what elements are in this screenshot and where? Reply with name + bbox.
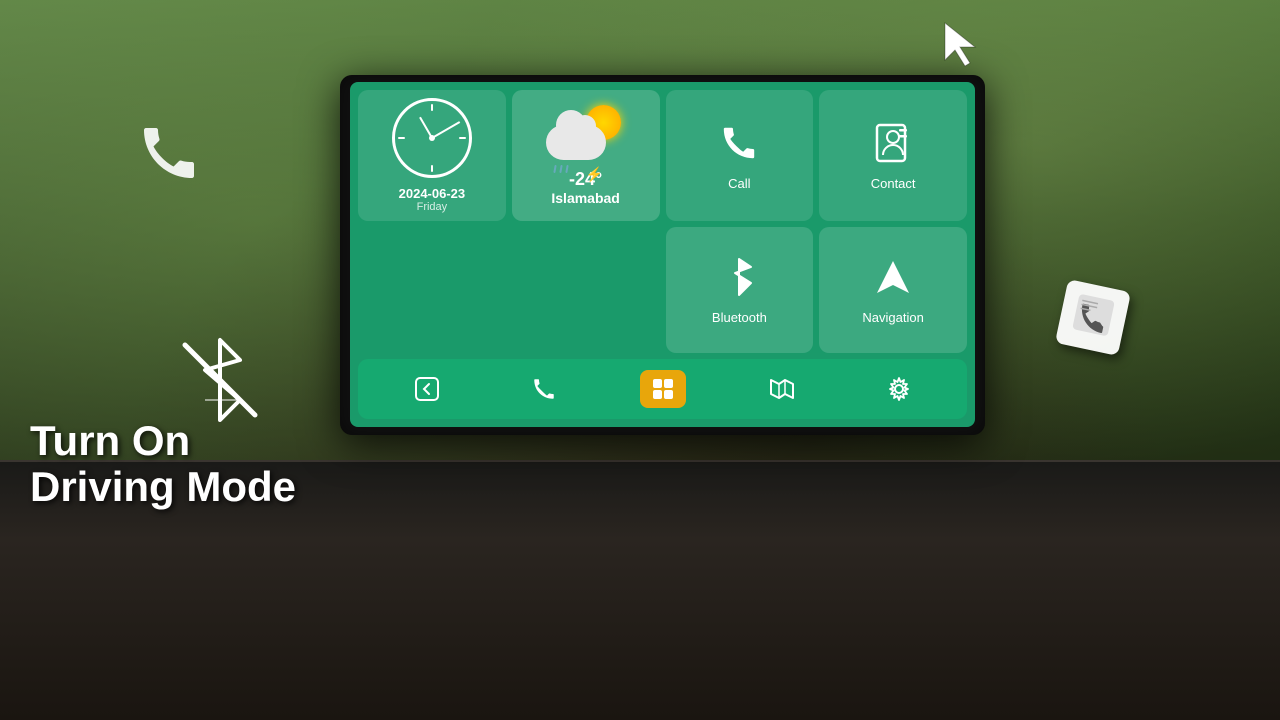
bottom-text-overlay: Turn On Driving Mode bbox=[30, 418, 296, 510]
clock-day: Friday bbox=[417, 201, 448, 213]
contact-label: Contact bbox=[871, 176, 916, 191]
navigation-label: Navigation bbox=[862, 310, 923, 325]
clock-minute-hand bbox=[431, 121, 460, 139]
bottom-tiles-row: Bluetooth Navigation bbox=[358, 227, 967, 353]
contact-icon bbox=[871, 121, 915, 170]
nav-phone-button[interactable] bbox=[523, 372, 565, 406]
phone-decorative-icon bbox=[130, 110, 210, 207]
clock-face bbox=[392, 98, 472, 178]
weather-city: Islamabad bbox=[551, 190, 619, 206]
navigation-icon bbox=[871, 255, 915, 304]
clock-tick-9 bbox=[398, 137, 405, 139]
call-icon bbox=[717, 121, 761, 170]
nav-map-button[interactable] bbox=[761, 372, 803, 406]
top-row: 2024-06-23 Friday ⚡ -24° Islamabad bbox=[358, 90, 967, 221]
clock-date: 2024-06-23 bbox=[399, 186, 466, 201]
nav-back-button[interactable] bbox=[406, 372, 448, 406]
call-label: Call bbox=[728, 176, 750, 191]
navigation-bar bbox=[358, 359, 967, 419]
cursor-icon bbox=[940, 18, 980, 73]
clock-tile[interactable]: 2024-06-23 Friday bbox=[358, 90, 506, 221]
raindrop-3 bbox=[565, 165, 568, 173]
weather-icon: ⚡ bbox=[546, 105, 626, 165]
bluetooth-tile[interactable]: Bluetooth bbox=[666, 227, 814, 353]
weather-tile[interactable]: ⚡ -24° Islamabad bbox=[512, 90, 660, 221]
bottom-text-line1: Turn On bbox=[30, 418, 296, 464]
raindrop-1 bbox=[553, 165, 556, 173]
bluetooth-icon bbox=[717, 255, 761, 304]
navigation-tile[interactable]: Navigation bbox=[819, 227, 967, 353]
rain-icon: ⚡ bbox=[554, 165, 568, 173]
lightning-icon: ⚡ bbox=[586, 166, 603, 183]
car-screen: 2024-06-23 Friday ⚡ -24° Islamabad bbox=[350, 82, 975, 427]
call-tile[interactable]: Call bbox=[666, 90, 814, 221]
nav-home-button[interactable] bbox=[640, 370, 686, 408]
nav-settings-button[interactable] bbox=[878, 372, 920, 406]
bottom-text-line2: Driving Mode bbox=[30, 464, 296, 510]
clock-tick-3 bbox=[459, 137, 466, 139]
clock-hour-hand bbox=[419, 117, 433, 139]
contact-tile[interactable]: Contact bbox=[819, 90, 967, 221]
contact-paper-icon bbox=[1055, 279, 1131, 356]
raindrop-2 bbox=[559, 165, 562, 173]
bluetooth-disabled-icon bbox=[170, 330, 270, 430]
clock-tick-6 bbox=[431, 165, 433, 172]
cloud-icon bbox=[546, 125, 606, 160]
clock-tick-12 bbox=[431, 104, 433, 111]
bluetooth-label: Bluetooth bbox=[712, 310, 767, 325]
